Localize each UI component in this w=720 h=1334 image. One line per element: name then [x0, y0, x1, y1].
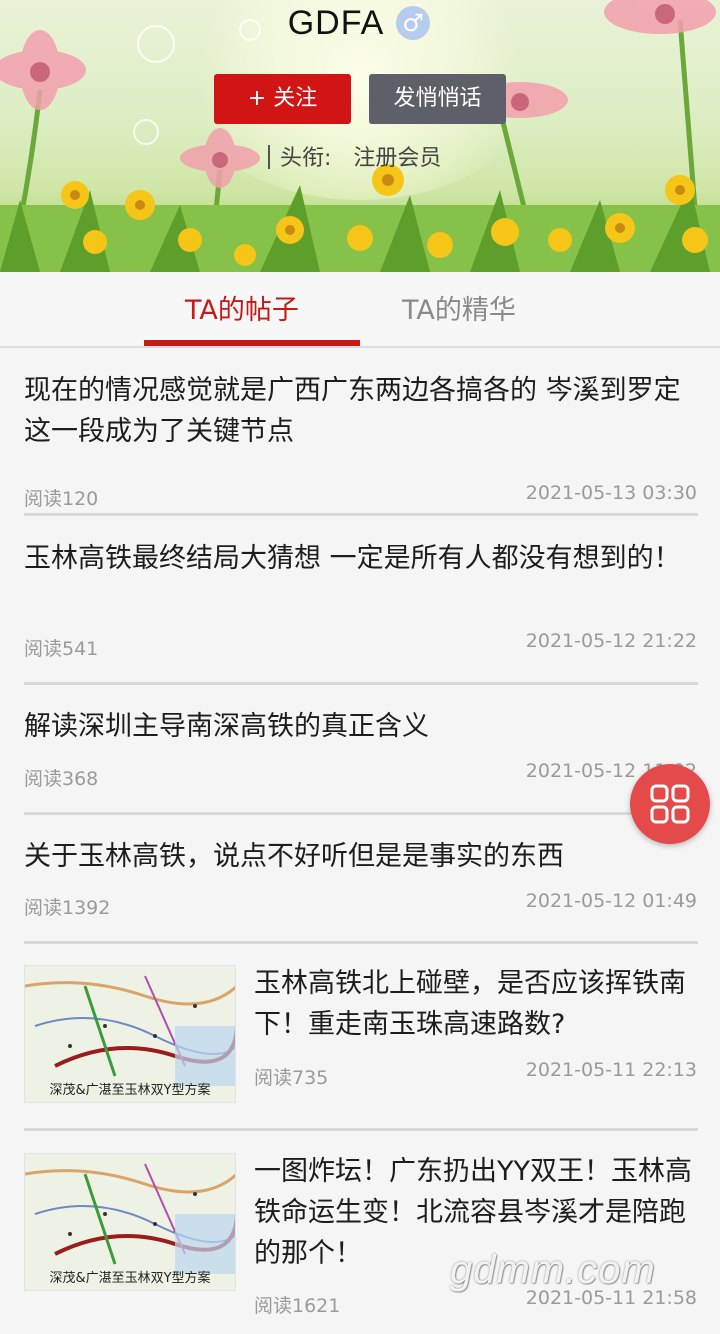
post-read-count: 阅读1392: [24, 897, 111, 919]
thumbnail-caption: 深茂&广湛至玉林双Y型方案: [49, 1271, 211, 1286]
tab-posts[interactable]: TA的帖子: [185, 288, 299, 327]
thumbnail-caption: 深茂&广湛至玉林双Y型方案: [49, 1083, 211, 1098]
post-read-count: 阅读120: [24, 488, 99, 510]
grid-menu-icon: [650, 784, 690, 824]
divider-bar: [268, 145, 270, 169]
post-timestamp: 2021-05-13 03:30: [525, 482, 697, 504]
private-message-button[interactable]: 发悄悄话: [369, 74, 506, 124]
divider: [24, 941, 698, 944]
post-timestamp: 2021-05-11 22:13: [525, 1059, 697, 1081]
post-read-count: 阅读1621: [254, 1295, 341, 1317]
divider: [24, 812, 698, 815]
divider: [24, 682, 698, 685]
divider: [24, 513, 698, 516]
post-read-count: 阅读541: [24, 638, 99, 660]
title-value: 注册会员: [353, 146, 442, 171]
follow-button[interactable]: + 关注: [214, 74, 351, 124]
post-read-count: 阅读368: [24, 768, 99, 790]
user-title-row: 头衔: 注册会员: [268, 140, 441, 172]
post-read-count: 阅读735: [254, 1067, 329, 1089]
active-tab-indicator: [144, 340, 360, 346]
post-title[interactable]: 现在的情况感觉就是广西广东两边各搞各的 岑溪到罗定这一段成为了关键节点: [24, 370, 698, 452]
divider: [24, 1128, 698, 1131]
post-thumbnail-image[interactable]: 深茂&广湛至玉林双Y型方案: [24, 1153, 236, 1291]
post-title[interactable]: 玉林高铁北上碰壁，是否应该挥铁南下！重走南玉珠高速路数?: [254, 963, 698, 1045]
post-title[interactable]: 玉林高铁最终结局大猜想 一定是所有人都没有想到的！: [24, 538, 698, 579]
site-watermark: gdmm.com: [450, 1248, 656, 1292]
floating-menu-button[interactable]: [630, 764, 710, 844]
male-icon: ♂: [396, 6, 430, 40]
profile-banner: GDFA ♂ + 关注 发悄悄话 头衔: 注册会员: [0, 0, 720, 272]
post-thumbnail-image[interactable]: 深茂&广湛至玉林双Y型方案: [24, 965, 236, 1103]
post-timestamp: 2021-05-12 01:49: [525, 890, 697, 912]
tab-highlights[interactable]: TA的精华: [402, 288, 516, 327]
post-timestamp: 2021-05-12 21:22: [525, 630, 697, 652]
post-title[interactable]: 关于玉林高铁，说点不好听但是是事实的东西: [24, 836, 698, 877]
title-label: 头衔:: [280, 146, 332, 171]
profile-tabs: TA的帖子 TA的精华: [0, 272, 720, 348]
post-title[interactable]: 解读深圳主导南深高铁的真正含义: [24, 706, 698, 747]
profile-name: GDFA: [287, 4, 385, 42]
